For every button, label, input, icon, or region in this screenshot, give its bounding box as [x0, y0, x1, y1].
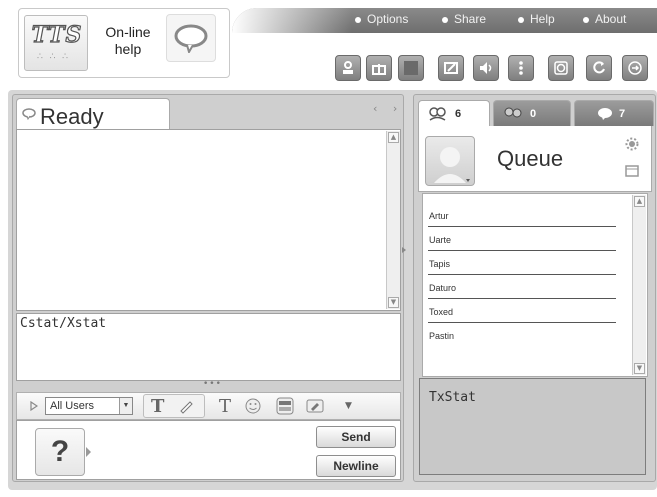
- chat-log[interactable]: ▲ ▼: [16, 129, 401, 311]
- list-item[interactable]: Artur: [428, 203, 618, 227]
- exit-icon: [628, 61, 642, 75]
- text-format-icon[interactable]: T: [151, 396, 164, 417]
- speaker-icon: [480, 62, 492, 74]
- edit-button[interactable]: [438, 55, 464, 81]
- stop-button[interactable]: [398, 55, 424, 81]
- queue-title: Queue: [497, 146, 564, 171]
- users-icon: [429, 106, 446, 121]
- chat-icon: [598, 107, 612, 120]
- history-icon: [554, 61, 568, 75]
- list-item[interactable]: Uarte: [428, 227, 618, 251]
- queue-item-name: Daturo: [429, 283, 457, 293]
- pencil-icon[interactable]: [178, 396, 194, 416]
- avatar[interactable]: [425, 136, 475, 186]
- queue-item-name: Pastin: [429, 331, 455, 341]
- list-item[interactable]: Tapis: [428, 251, 618, 275]
- queue-item-name: Toxed: [429, 307, 454, 317]
- refresh-button[interactable]: [586, 55, 612, 81]
- queue-item-name: Tapis: [429, 259, 451, 269]
- splitter-arrow-icon[interactable]: [401, 235, 407, 265]
- history-button[interactable]: [548, 55, 574, 81]
- send-button[interactable]: Send: [316, 426, 396, 448]
- smiley-icon[interactable]: [245, 396, 261, 416]
- menu-share[interactable]: Share: [442, 12, 486, 26]
- status-label: Ready: [40, 104, 104, 129]
- exit-button[interactable]: [622, 55, 648, 81]
- users-select[interactable]: All Users ▼: [45, 397, 133, 415]
- newline-button[interactable]: Newline: [316, 455, 396, 477]
- chevron-down-icon: ▼: [119, 398, 132, 414]
- queue-scrollbar[interactable]: ▲ ▼: [632, 195, 646, 375]
- gear-icon[interactable]: [625, 137, 639, 151]
- help-button[interactable]: ?: [35, 428, 85, 476]
- menu-help[interactable]: Help: [518, 12, 555, 26]
- logo-text: TTS: [31, 21, 83, 48]
- youtube-icon[interactable]: [276, 396, 294, 416]
- speech-bubble-icon[interactable]: [166, 14, 216, 62]
- tab-users-count: 6: [455, 107, 462, 120]
- scroll-up-icon[interactable]: ▲: [388, 132, 399, 143]
- more-options-arrow-icon[interactable]: ▼: [345, 396, 352, 416]
- logo[interactable]: TTS ∴ ∴ ∴: [24, 15, 88, 71]
- list-item[interactable]: Pastin: [428, 323, 618, 347]
- tab-chats-count: 7: [619, 107, 626, 120]
- help-arrow-icon: [86, 447, 91, 457]
- help-question-icon: ?: [50, 435, 70, 468]
- menu-about[interactable]: About: [583, 12, 626, 26]
- list-item[interactable]: Toxed: [428, 299, 618, 323]
- gift-icon: [372, 64, 386, 75]
- refresh-icon: [593, 61, 605, 74]
- speaker-button[interactable]: [473, 55, 499, 81]
- txstat-text: TxStat: [429, 390, 476, 405]
- tab-users[interactable]: 6: [418, 100, 490, 126]
- chat-scrollbar[interactable]: ▲ ▼: [386, 131, 400, 309]
- online-help-label[interactable]: On-line help: [101, 24, 155, 58]
- tab-groups[interactable]: 0: [493, 100, 571, 126]
- user-icon: [343, 61, 353, 74]
- list-item[interactable]: Daturo: [428, 275, 618, 299]
- stop-icon: [404, 61, 418, 75]
- expand-arrow-icon[interactable]: [30, 401, 38, 411]
- cstat-text: Cstat/Xstat: [20, 316, 107, 331]
- resize-grip-icon[interactable]: •••: [203, 379, 222, 389]
- tab-nav-arrows[interactable]: ‹ ›: [373, 102, 403, 115]
- menu-options[interactable]: Options: [355, 12, 408, 26]
- edit-icon: [444, 62, 458, 74]
- top-menu-bar-fade: [232, 8, 352, 33]
- user-button[interactable]: [335, 55, 361, 81]
- queue-scroll-up-icon[interactable]: ▲: [634, 196, 645, 207]
- queue-item-name: Artur: [429, 211, 449, 221]
- window-icon[interactable]: [625, 165, 639, 177]
- scroll-down-icon[interactable]: ▼: [388, 297, 399, 308]
- logo-decoration: ∴ ∴ ∴: [37, 52, 70, 62]
- tab-chats[interactable]: 7: [574, 100, 654, 126]
- more-icon: [519, 61, 523, 75]
- group-icon: [504, 107, 522, 117]
- gift-button[interactable]: [366, 55, 392, 81]
- eraser-icon[interactable]: [306, 396, 324, 416]
- more-button[interactable]: [508, 55, 534, 81]
- queue-scroll-down-icon[interactable]: ▼: [634, 363, 645, 374]
- speech-bubble-small-icon: [22, 108, 36, 120]
- tab-groups-count: 0: [530, 107, 537, 120]
- queue-item-name: Uarte: [429, 235, 452, 245]
- font-icon[interactable]: T: [219, 396, 231, 417]
- users-select-value: All Users: [50, 400, 95, 412]
